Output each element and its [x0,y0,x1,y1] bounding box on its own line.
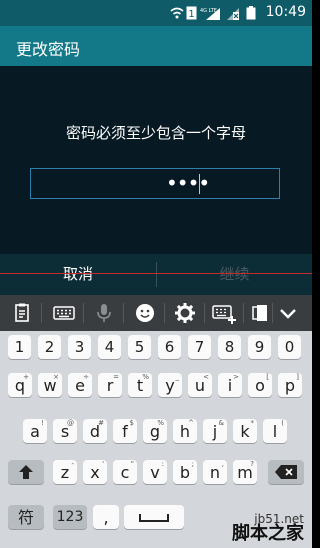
action-bar: 取消 继续 [0,254,312,295]
key-z[interactable]: z- [53,460,77,484]
wifi-icon [170,7,184,19]
password-value: •••• [166,171,210,195]
key-c[interactable]: c " [113,460,137,484]
sim-1-icon: 1 [186,6,197,20]
key-r[interactable]: r = [98,373,122,397]
cancel-button[interactable]: 取消 [0,254,156,295]
app-bar: 更改密码 [0,26,312,66]
key-t[interactable]: t% [128,373,152,397]
key-0[interactable]: 0 [278,335,301,359]
keyboard-toolbar [0,295,312,331]
key-3[interactable]: 3 [68,335,91,359]
key-4[interactable]: 4 [98,335,121,359]
key-v[interactable]: v: [143,460,167,484]
key-g[interactable]: g% [143,419,167,443]
key-u[interactable]: u < [188,373,212,397]
svg-text:1: 1 [188,9,194,20]
keyboard-layout-icon[interactable] [212,301,236,325]
key-m[interactable]: m? [233,460,257,484]
toolbar-separator [272,303,273,323]
toolbar-separator [164,303,165,323]
key-w[interactable]: w × [38,373,62,397]
symbols-key[interactable]: 符 [8,505,44,529]
toolbar-separator [123,303,124,323]
key-1[interactable]: 1 [8,335,31,359]
key-n[interactable]: n, [203,460,227,484]
red-guide-line [0,273,312,274]
settings-gear-icon[interactable] [173,301,197,325]
key-5[interactable]: 5 [128,335,151,359]
status-bar: 1 4G LTE 10:49 [0,0,312,26]
watermark-logo: 脚本之家 [232,523,304,544]
numbers-key[interactable]: 123 [53,505,87,529]
text-cursor [199,174,200,194]
key-a[interactable]: a! [23,419,47,443]
key-9[interactable]: 9 [248,335,271,359]
shift-arrow-icon [19,465,33,479]
key-y[interactable]: y _ [158,373,182,397]
change-password-panel: 密码必须至少包含一个字母 •••• [0,66,312,254]
key-j[interactable]: j & [203,419,227,443]
backspace-icon [275,465,297,479]
key-q[interactable]: q + [8,373,32,397]
continue-button[interactable]: 继续 [157,254,312,295]
microphone-icon[interactable] [92,301,116,325]
key-b[interactable]: b; [173,460,197,484]
key-p[interactable]: p] [278,373,302,397]
battery-icon [246,6,256,20]
key-o[interactable]: o[ [248,373,272,397]
key-x[interactable]: x ' [83,460,107,484]
password-input[interactable]: •••• [30,168,280,199]
key-f[interactable]: f $ [113,419,137,443]
emoji-icon[interactable] [133,301,157,325]
toolbar-separator [204,303,205,323]
key-s[interactable]: s @ [53,419,77,443]
keyboard-icon[interactable] [52,301,76,325]
key-h[interactable]: h ^ [173,419,197,443]
collapse-chevron-icon[interactable] [276,301,300,325]
key-k[interactable]: k * [233,419,257,443]
key-d[interactable]: d # [83,419,107,443]
status-time: 10:49 [265,4,306,20]
page-title: 更改密码 [16,40,81,59]
shift-key[interactable] [8,460,44,484]
key-8[interactable]: 8 [218,335,241,359]
space-key[interactable] [124,505,184,529]
password-requirement-text: 密码必须至少包含一个字母 [65,124,246,142]
toolbar-separator [243,303,244,323]
split-icon[interactable] [252,301,268,325]
keyboard: 1 2 3 4 5 6 7 8 9 0 q + w × e ÷ r = t% y _ u <… [0,331,312,548]
backspace-key[interactable] [268,460,304,484]
key-i[interactable]: i > [218,373,242,397]
key-7[interactable]: 7 [188,335,211,359]
toolbar-separator [41,303,42,323]
key-2[interactable]: 2 [38,335,61,359]
lte-signal-icon: 4G LTE [200,8,220,20]
toolbar-separator [83,303,84,323]
key-l[interactable]: l( [263,419,287,443]
space-bar-icon [139,514,169,522]
clipboard-icon[interactable] [10,301,34,325]
key-6[interactable]: 6 [158,335,181,359]
comma-key[interactable]: , [93,505,119,529]
no-sim-icon [227,8,239,20]
key-e[interactable]: e ÷ [68,373,92,397]
